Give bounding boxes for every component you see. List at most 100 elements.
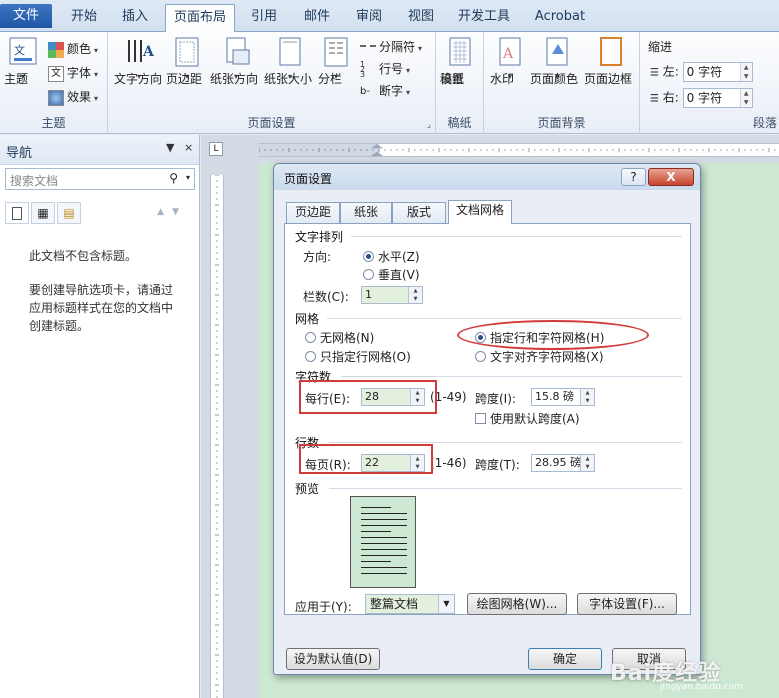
radio-selected-icon [363, 251, 374, 262]
tab-mailings[interactable]: 邮件 [295, 4, 339, 32]
results-view-tab[interactable]: ▤ [57, 202, 81, 224]
navigation-search-input[interactable]: 搜索文档 ⚲ ▾ [5, 168, 195, 190]
dialog-title-bar: 页面设置 ? X [274, 164, 700, 190]
dialog-launcher-icon[interactable]: ⌟ [427, 120, 431, 130]
breaks-button[interactable]: 分隔符 ▾ [360, 36, 422, 58]
direction-vertical-radio[interactable]: 垂直(V) [363, 266, 420, 283]
pane-options-icon[interactable]: ▼ [166, 141, 174, 154]
tab-layout[interactable]: 版式 [392, 202, 446, 223]
spinner-icon[interactable]: ▲ ▼ [408, 287, 422, 303]
tab-acrobat[interactable]: Acrobat [528, 4, 592, 32]
headings-view-tab[interactable] [5, 202, 29, 224]
use-default-pitch-checkbox[interactable]: 使用默认跨度(A) [475, 410, 580, 427]
help-button[interactable]: ? [621, 168, 646, 186]
indent-right-label: 右: [662, 90, 679, 105]
svg-text:A: A [142, 44, 154, 60]
group-page-setup: A 文字方向 ▾ 页边距 ▾ 纸张方向 ▾ 纸张大小 ▾ 分栏 ▾ 分隔符 ▾ … [108, 32, 436, 134]
chevron-down-icon[interactable]: ▾ [186, 173, 190, 182]
tab-selector-icon[interactable]: L [209, 142, 223, 156]
preview-line [361, 555, 407, 556]
paragraph-group-label: 段落 [752, 116, 777, 130]
orientation-button[interactable]: 纸张方向 ▾ [210, 36, 262, 86]
char-pitch-input[interactable]: 15.8 磅 ▲ ▼ [531, 388, 595, 406]
direction-horizontal-radio[interactable]: 水平(Z) [363, 248, 420, 265]
indent-right-input[interactable]: 0 字符 ▲ ▼ [682, 88, 753, 108]
indent-label: 缩进 [648, 40, 673, 54]
line-pitch-label: 跨度(T): [475, 458, 520, 472]
tab-review[interactable]: 审阅 [347, 4, 391, 32]
tab-home[interactable]: 开始 [60, 4, 108, 32]
palette-icon [48, 41, 64, 58]
line-pitch-input[interactable]: 28.95 磅 ▲ ▼ [531, 454, 595, 472]
theme-fonts-button[interactable]: 文字体 ▾ [48, 62, 98, 84]
line-numbers-button[interactable]: 1 2 3 行号 ▾ [360, 58, 410, 80]
columns-count-label: 栏数(C): [303, 290, 349, 304]
columns-count-input[interactable]: 1 ▲ ▼ [361, 286, 423, 304]
no-grid-radio[interactable]: 无网格(N) [305, 329, 374, 346]
radio-icon [305, 332, 316, 343]
tab-document-grid[interactable]: 文档网格 [448, 200, 512, 224]
snap-char-grid-radio[interactable]: 文字对齐字符网格(X) [475, 348, 604, 365]
apply-to-label: 应用于(Y): [295, 600, 352, 614]
tab-file[interactable]: 文件 [0, 4, 52, 28]
spinner-icon[interactable]: ▲ ▼ [580, 389, 594, 405]
font-settings-button[interactable]: 字体设置(F)... [577, 593, 677, 615]
columns-label: 分栏 [318, 72, 343, 86]
chevron-down-icon: ▾ [94, 46, 99, 55]
tab-insert[interactable]: 插入 [112, 4, 158, 32]
chevron-down-icon: ▾ [94, 94, 99, 103]
theme-colors-button[interactable]: 颜色 ▾ [48, 38, 98, 60]
tab-margins[interactable]: 页边距 [286, 202, 340, 223]
margins-button[interactable]: 页边距 ▾ [166, 36, 208, 86]
close-button[interactable]: X [648, 168, 694, 186]
chevron-down-icon[interactable]: ▼ [438, 595, 454, 613]
indent-left-input[interactable]: 0 字符 ▲ ▼ [682, 62, 753, 82]
ok-button[interactable]: 确定 [528, 648, 602, 670]
preview-section-label: 预览 [295, 482, 320, 496]
navigation-view-tabs: ▦ ▤ ▲▼ [5, 202, 195, 224]
text-direction-button[interactable]: A 文字方向 ▾ [114, 36, 164, 86]
tab-page-layout[interactable]: 页面布局 [165, 4, 235, 33]
direction-horizontal-label: 水平(Z) [378, 250, 420, 264]
spinner-icon[interactable]: ▲ ▼ [739, 63, 752, 81]
themes-button[interactable]: 文 主题 ▾ [4, 36, 42, 86]
line-grid-only-radio[interactable]: 只指定行网格(O) [305, 348, 411, 365]
indent-right-row: ☰ 右: 0 字符 ▲ ▼ [650, 88, 753, 110]
tab-paper[interactable]: 纸张 [340, 202, 392, 223]
preview-line [361, 543, 407, 544]
pages-view-tab[interactable]: ▦ [31, 202, 55, 224]
spinner-icon[interactable]: ▲ ▼ [739, 89, 752, 107]
line-pitch-value: 28.95 磅 [535, 456, 581, 469]
line-numbers-icon: 123 [360, 59, 366, 79]
tab-references[interactable]: 引用 [242, 4, 286, 32]
page-borders-button[interactable]: 页面边框 [584, 36, 638, 86]
use-default-pitch-label: 使用默认跨度(A) [490, 412, 580, 426]
snap-char-grid-label: 文字对齐字符网格(X) [490, 350, 604, 364]
divider [341, 376, 682, 377]
hyphenation-button[interactable]: b‑ 断字 ▾ [360, 80, 410, 102]
themes-icon: 文 [9, 37, 37, 65]
watermark-button[interactable]: A 水印 ▾ [490, 36, 530, 86]
columns-button[interactable]: 分栏 ▾ [318, 36, 354, 86]
chevron-down-icon: ▾ [406, 66, 411, 75]
prev-next-arrows-icon[interactable]: ▲▼ [157, 207, 187, 217]
search-icon[interactable]: ⚲ [169, 171, 178, 185]
tab-developer[interactable]: 开发工具 [452, 4, 516, 32]
theme-effects-button[interactable]: 效果 ▾ [48, 86, 98, 108]
draft-settings-button[interactable]: 稿纸 设置 [440, 36, 480, 86]
preview-line [361, 573, 407, 574]
set-as-default-button[interactable]: 设为默认值(D) [286, 648, 380, 670]
draw-grid-button[interactable]: 绘图网格(W)... [467, 593, 567, 615]
breaks-icon [360, 44, 376, 55]
dialog-title: 页面设置 [284, 172, 333, 186]
document-grid-panel: 文字排列 方向: 水平(Z) 垂直(V) 栏数(C): 1 ▲ ▼ 网格 无网格(N… [284, 223, 691, 615]
help-message-line-1: 要创建导航选项卡，请通过 [29, 283, 174, 297]
spinner-icon[interactable]: ▲ ▼ [580, 455, 594, 471]
page-color-button[interactable]: 页面颜色 ▾ [530, 36, 584, 86]
highlight-oval [457, 320, 649, 350]
themes-label: 主题 [4, 72, 29, 86]
apply-to-select[interactable]: 整篇文档 ▼ [365, 594, 455, 614]
close-icon[interactable]: × [184, 141, 193, 154]
size-button[interactable]: 纸张大小 ▾ [264, 36, 316, 86]
tab-view[interactable]: 视图 [399, 4, 443, 32]
